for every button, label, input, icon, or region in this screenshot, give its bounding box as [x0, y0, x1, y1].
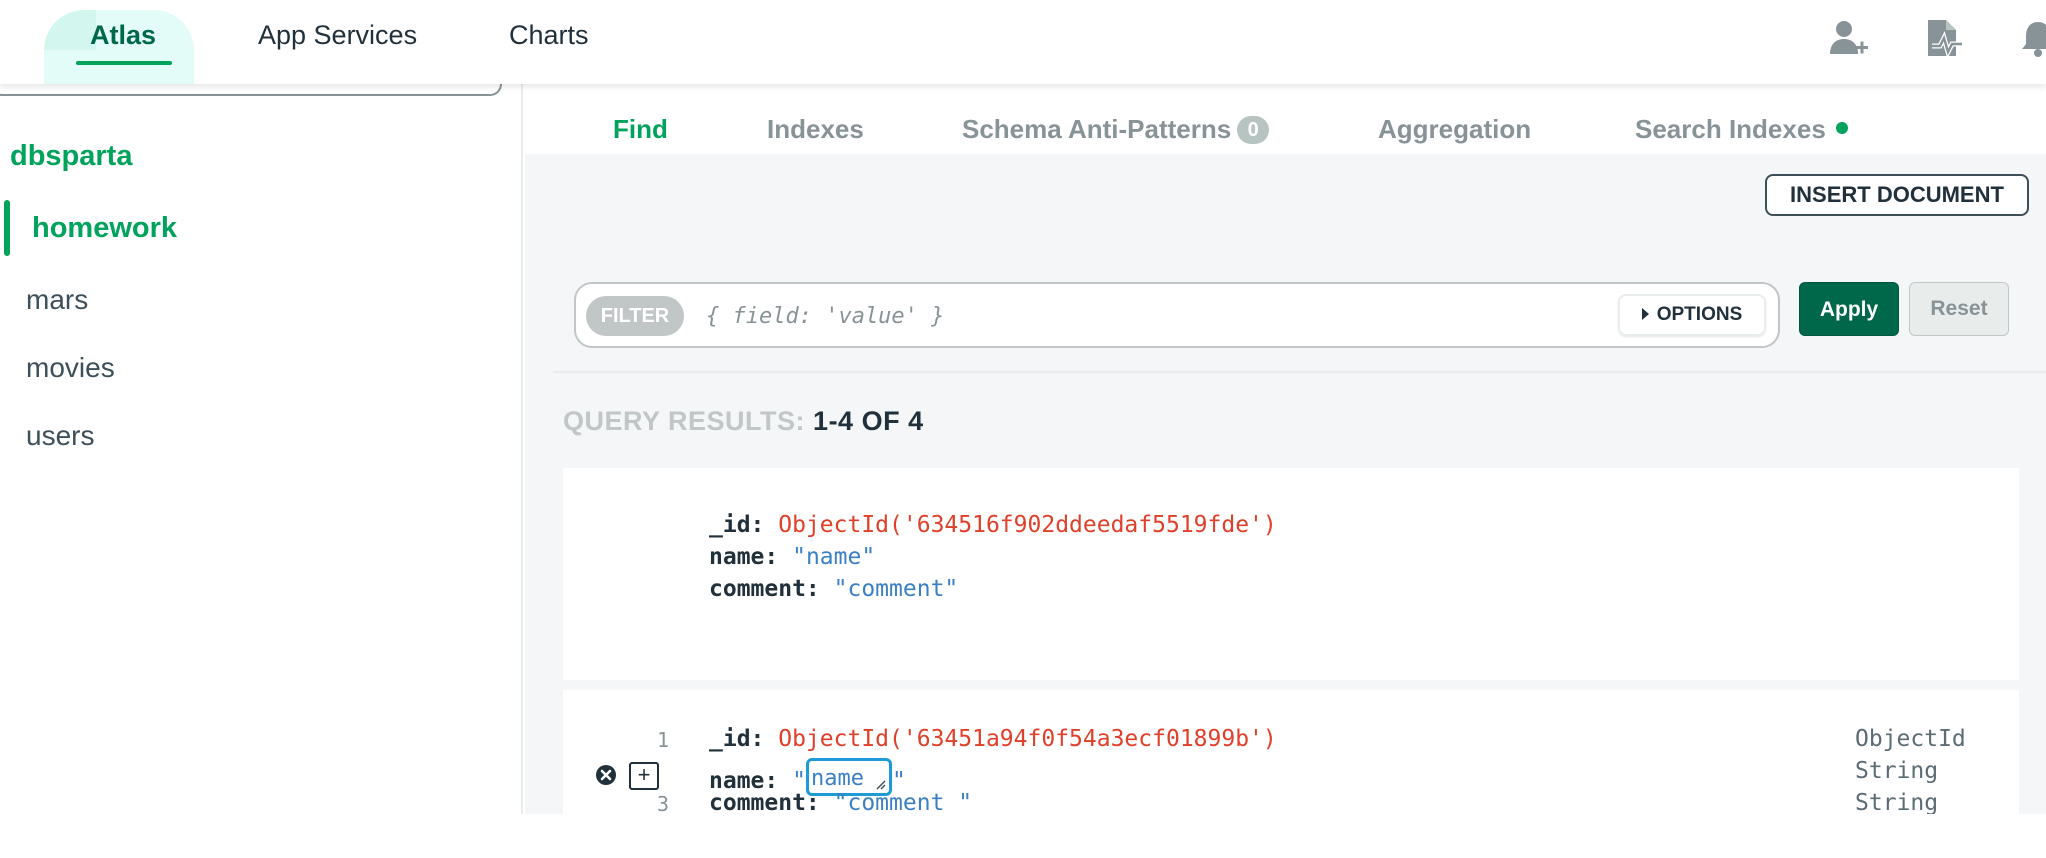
field-key: _id:: [709, 512, 765, 538]
anti-pattern-count-badge: 0: [1237, 116, 1270, 144]
field-name: name: "name": [709, 544, 875, 570]
top-navigation: Atlas App Services Charts: [0, 0, 2046, 84]
field-key: _id:: [709, 726, 765, 752]
field-comment: comment: "comment": [709, 576, 958, 602]
add-user-icon[interactable]: [1826, 16, 1870, 60]
tab-find[interactable]: Find: [613, 114, 668, 145]
bell-icon[interactable]: [2016, 16, 2046, 60]
document-card[interactable]: _id: ObjectId('634516f902ddeedaf5519fde'…: [563, 468, 2019, 680]
filter-bar: FILTER OPTIONS: [574, 282, 1780, 348]
tab-aggregation[interactable]: Aggregation: [1378, 114, 1531, 145]
active-tab-underline: [76, 61, 172, 65]
object-id-value: ObjectId('63451a94f0f54a3ecf01899b'): [778, 726, 1277, 752]
nav-tab-charts[interactable]: Charts: [509, 20, 589, 51]
database-name[interactable]: dbsparta: [10, 140, 132, 173]
status-dot-icon: [1835, 122, 1848, 134]
query-results-count: QUERY RESULTS: 1-4 OF 4: [563, 406, 924, 437]
sidebar-item-movies[interactable]: movies: [26, 352, 115, 384]
line-number: 3: [656, 792, 669, 814]
field-key: comment:: [709, 790, 820, 814]
field-type-label[interactable]: String: [1855, 790, 1938, 814]
reset-button[interactable]: Reset: [1909, 282, 2009, 336]
query-results-range: 1-4 OF 4: [813, 406, 924, 436]
document-card-editing[interactable]: 1 3 + _id: ObjectId('63451a94f0f54a3ecf0…: [563, 690, 2019, 814]
field-key: comment:: [709, 576, 820, 602]
apply-button[interactable]: Apply: [1799, 282, 1899, 336]
insert-document-button[interactable]: INSERT DOCUMENT: [1765, 174, 2029, 216]
collection-main-panel: Find Indexes Schema Anti-Patterns 0 Aggre…: [525, 84, 2046, 814]
field-type-label[interactable]: ObjectId: [1855, 726, 1966, 752]
field-id: _id: ObjectId('63451a94f0f54a3ecf01899b'…: [709, 726, 1277, 752]
nav-tab-app-services[interactable]: App Services: [258, 20, 417, 51]
tab-indexes[interactable]: Indexes: [767, 114, 864, 145]
string-value: "comment ": [833, 790, 973, 814]
nav-tab-atlas[interactable]: Atlas: [90, 20, 156, 51]
line-number: 1: [656, 728, 669, 752]
active-indicator: [4, 200, 10, 256]
tab-schema-label: Schema Anti-Patterns: [962, 114, 1232, 144]
field-type-label[interactable]: String: [1855, 758, 1938, 784]
caret-right-icon: [1641, 308, 1649, 320]
delete-field-icon[interactable]: [595, 764, 617, 786]
resize-grip-icon[interactable]: [874, 778, 886, 790]
sidebar-item-label: homework: [32, 212, 178, 244]
tab-search-label: Search Indexes: [1635, 114, 1826, 144]
collection-tabs: Find Indexes Schema Anti-Patterns 0 Aggre…: [525, 84, 2046, 154]
options-label: OPTIONS: [1656, 304, 1743, 325]
string-value: "name": [792, 544, 876, 570]
filter-input[interactable]: [706, 294, 1566, 338]
collections-sidebar: dbsparta homework mars movies users: [0, 80, 523, 814]
tab-search-indexes[interactable]: Search Indexes: [1635, 114, 1848, 145]
divider: [553, 371, 2046, 373]
add-field-button[interactable]: +: [629, 762, 659, 790]
field-comment: comment: "comment ": [709, 790, 972, 814]
filter-label-pill: FILTER: [586, 296, 684, 336]
sidebar-item-homework[interactable]: homework: [4, 200, 523, 256]
string-value: "comment": [833, 576, 959, 602]
field-id: _id: ObjectId('634516f902ddeedaf5519fde'…: [709, 512, 1277, 538]
query-results-label: QUERY RESULTS:: [563, 406, 806, 436]
sidebar-item-mars[interactable]: mars: [26, 284, 88, 316]
sidebar-item-users[interactable]: users: [26, 420, 94, 452]
field-key: name:: [709, 544, 779, 570]
options-button[interactable]: OPTIONS: [1618, 294, 1766, 336]
tab-schema-anti-patterns[interactable]: Schema Anti-Patterns 0: [962, 114, 1270, 145]
object-id-value: ObjectId('634516f902ddeedaf5519fde'): [778, 512, 1277, 538]
activity-feed-icon[interactable]: [1920, 16, 1964, 60]
